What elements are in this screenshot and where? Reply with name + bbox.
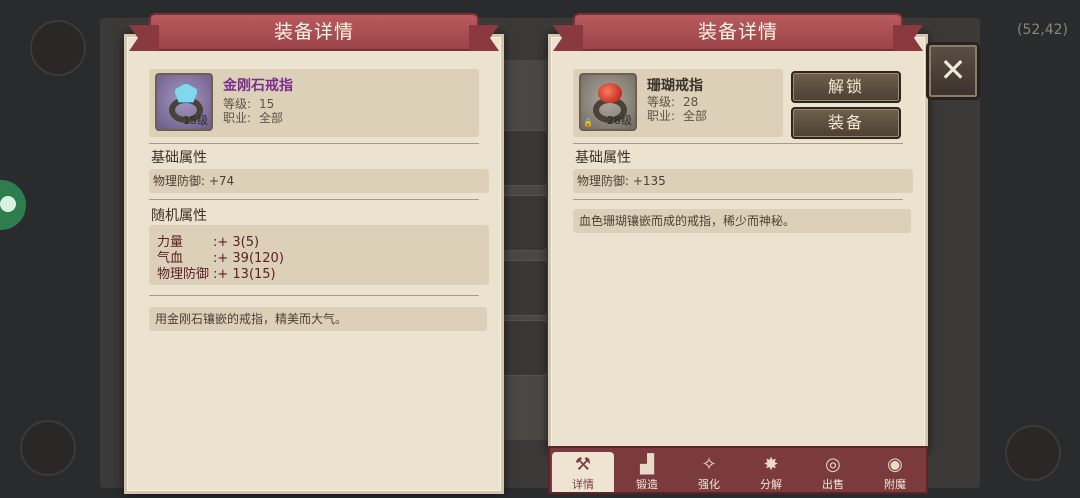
background-slot (502, 130, 548, 186)
item-name: 金刚石戒指 (223, 78, 293, 94)
tab-forge[interactable]: ▟ 锻造 (616, 448, 678, 492)
background-slot (502, 320, 548, 376)
item-class: 职业: 全部 (647, 109, 708, 123)
background-slot (502, 195, 548, 251)
diamond-ring-icon[interactable]: 15级 (155, 73, 213, 131)
coral-ring-icon[interactable]: 🔒 28级 (579, 73, 637, 131)
tab-dismantle[interactable]: ✸ 分解 (740, 448, 802, 492)
background-coord-text: (52,42) (1016, 22, 1068, 38)
divider (149, 295, 479, 296)
tab-sell[interactable]: ◎ 出售 (802, 448, 864, 492)
unlock-button[interactable]: 解锁 (791, 71, 901, 103)
random-attributes-box: 力量:+ 3(5) 气血:+ 39(120) 物理防御:+ 13(15) (149, 225, 489, 285)
item-class: 职业: 全部 (223, 111, 284, 125)
equipment-detail-panel-selected: 装备详情 🔒 28级 珊瑚戒指 等级: 28 职业: 全部 解锁 装备 基础属性 物… (548, 13, 928, 452)
chat-bubble-icon[interactable] (0, 180, 26, 230)
item-name: 珊瑚戒指 (647, 78, 703, 94)
coins-icon: ◎ (825, 454, 841, 475)
item-level-badge: 15级 (183, 114, 208, 127)
tab-details[interactable]: ⚒ 详情 (552, 452, 614, 492)
base-attributes-title: 基础属性 (151, 150, 207, 166)
divider (149, 143, 479, 144)
background-portrait (30, 20, 86, 76)
hammer-cross-icon: ⚒ (574, 454, 592, 475)
background-slot (502, 260, 548, 316)
base-stat: 物理防御: +135 (573, 169, 913, 193)
item-header: 🔒 28级 珊瑚戒指 等级: 28 职业: 全部 (573, 69, 783, 137)
item-level-badge: 28级 (607, 114, 632, 127)
lock-icon: 🔒 (583, 118, 593, 127)
equipment-detail-panel-compare: 装备详情 15级 金刚石戒指 等级: 15 职业: 全部 基础属性 物理防御: +7… (124, 13, 504, 494)
panel-title: 装备详情 (573, 13, 903, 51)
tab-enhance[interactable]: ✧ 强化 (678, 448, 740, 492)
background-portrait (1005, 425, 1061, 481)
tab-enchant[interactable]: ◉ 附魔 (864, 448, 926, 492)
item-description: 血色珊瑚镶嵌而成的戒指，稀少而神秘。 (573, 209, 911, 233)
close-button[interactable]: ✕ (926, 42, 980, 100)
sparkle-icon: ✧ (701, 454, 717, 475)
anvil-icon: ▟ (640, 454, 654, 475)
divider (573, 143, 903, 144)
random-attributes-title: 随机属性 (151, 208, 207, 224)
base-stat: 物理防御: +74 (149, 169, 489, 193)
panel-title: 装备详情 (149, 13, 479, 51)
item-header: 15级 金刚石戒指 等级: 15 职业: 全部 (149, 69, 479, 137)
divider (149, 199, 479, 200)
equip-button[interactable]: 装备 (791, 107, 901, 139)
item-description: 用金刚石镶嵌的戒指，精美而大气。 (149, 307, 487, 331)
burst-icon: ✸ (763, 454, 779, 475)
divider (573, 199, 903, 200)
eye-icon: ◉ (887, 454, 903, 475)
random-stat-row: 物理防御:+ 13(15) (157, 267, 276, 282)
base-attributes-title: 基础属性 (575, 150, 631, 166)
equipment-action-tabs: ⚒ 详情 ▟ 锻造 ✧ 强化 ✸ 分解 ◎ 出售 ◉ 附魔 (548, 446, 928, 494)
background-portrait (20, 420, 76, 476)
